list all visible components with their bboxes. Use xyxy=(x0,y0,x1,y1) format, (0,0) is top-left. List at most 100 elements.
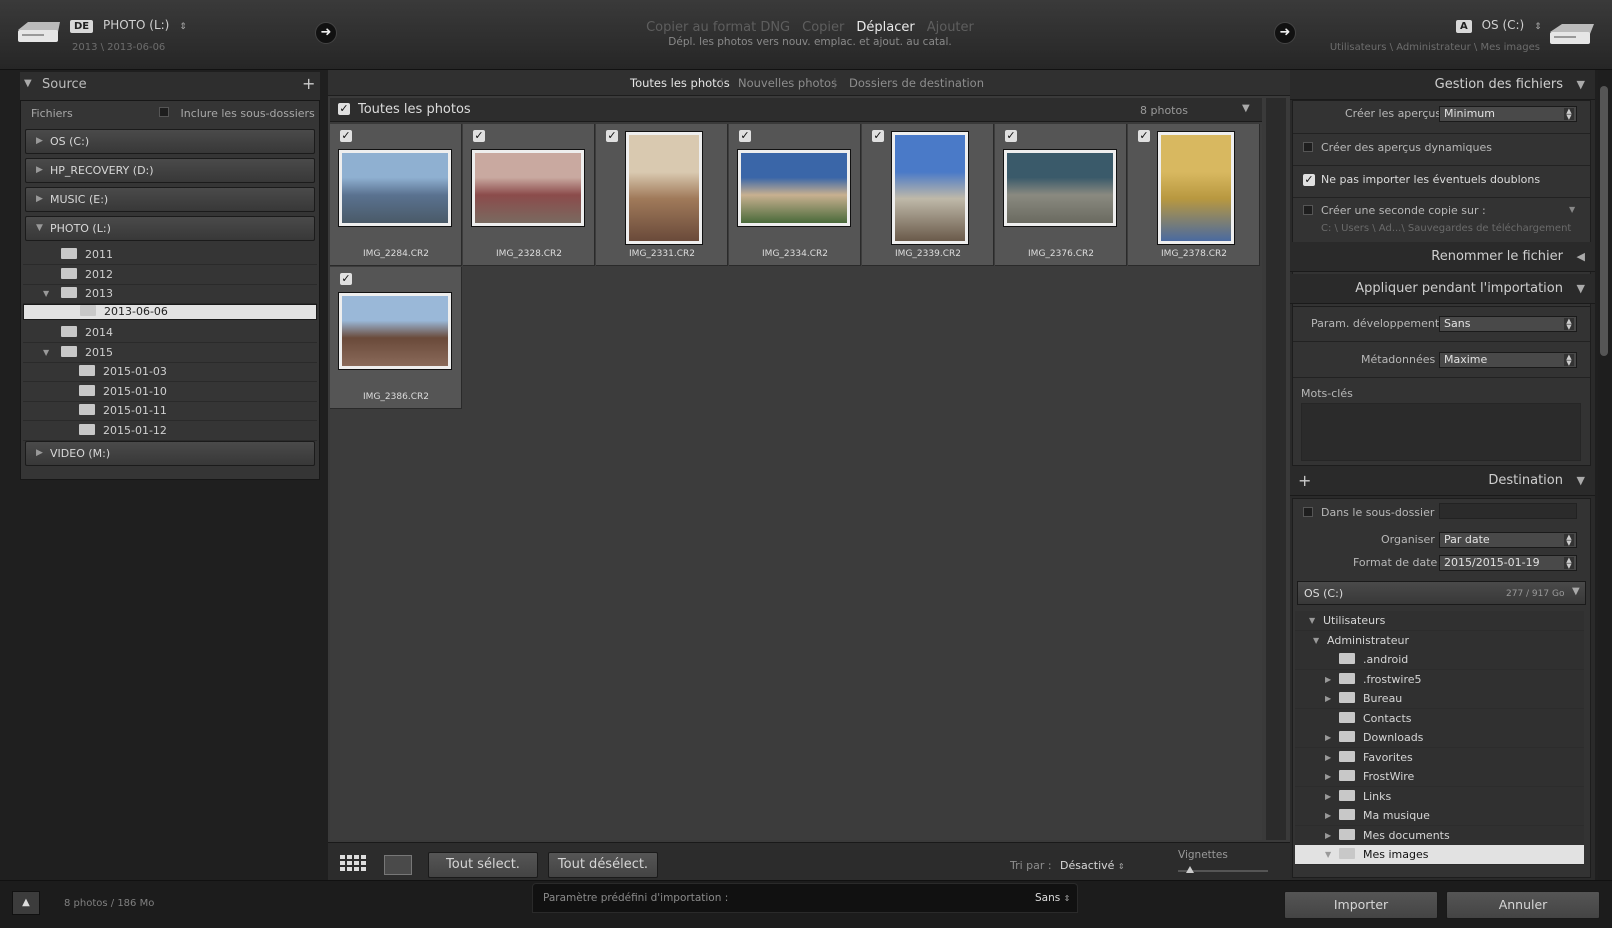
mode-copy[interactable]: Copier xyxy=(802,20,844,35)
photo-cell[interactable]: ✓ IMG_2328.CR2 xyxy=(463,124,595,266)
source-folder-row[interactable]: ▼ 2015 xyxy=(23,343,317,363)
create-previews-select[interactable]: Minimum ▲ ▼ xyxy=(1439,106,1577,122)
expand-right-icon[interactable]: ▶ xyxy=(1325,806,1331,826)
second-copy-checkbox[interactable]: Créer une seconde copie sur : xyxy=(1303,204,1486,218)
destination-folder-row[interactable]: ▶ Bureau xyxy=(1295,689,1584,709)
expand-down-icon[interactable]: ▼ xyxy=(1309,611,1315,631)
drive-video[interactable]: ▶ VIDEO (M:) xyxy=(25,441,315,466)
right-panel-scrollbar[interactable] xyxy=(1598,70,1610,880)
add-source-icon[interactable]: + xyxy=(302,74,315,93)
source-folder-row[interactable]: 2013-06-06 xyxy=(23,303,317,320)
destination-folder-row[interactable]: .android xyxy=(1295,650,1584,670)
destination-folder-row[interactable]: ▶ Downloads xyxy=(1295,728,1584,748)
photo-checkbox-icon[interactable]: ✓ xyxy=(872,130,884,142)
destination-folder-row[interactable]: ▶ Favorites xyxy=(1295,747,1584,768)
tab-all-photos[interactable]: Toutes les photos xyxy=(630,76,730,90)
photo-thumbnail[interactable] xyxy=(339,150,451,226)
slider-handle[interactable] xyxy=(1186,866,1194,873)
expand-down-icon[interactable]: ▼ xyxy=(43,284,49,304)
destination-header[interactable]: + Destination ▼ xyxy=(1290,466,1595,496)
loupe-view-icon[interactable] xyxy=(384,855,412,875)
source-drive-select[interactable]: DE PHOTO (L:) ⇕ xyxy=(70,18,187,33)
destination-folder-row[interactable]: ▶ Ma musique xyxy=(1295,806,1584,826)
photo-thumbnail[interactable] xyxy=(339,293,451,369)
expand-right-icon[interactable]: ▶ xyxy=(1325,728,1331,748)
keywords-input[interactable] xyxy=(1301,403,1581,461)
photo-thumbnail[interactable] xyxy=(738,150,850,226)
add-destination-icon[interactable]: + xyxy=(1298,466,1311,496)
expand-right-icon[interactable]: ▶ xyxy=(1325,767,1331,787)
metadata-select[interactable]: Maxime ▲ ▼ xyxy=(1439,352,1577,368)
photo-checkbox-icon[interactable]: ✓ xyxy=(340,273,352,285)
photo-cell[interactable]: ✓ IMG_2331.CR2 xyxy=(596,124,728,266)
expand-right-icon[interactable]: ▶ xyxy=(1325,670,1331,690)
file-handling-header[interactable]: Gestion des fichiers ▼ xyxy=(1290,70,1595,100)
source-folder-row[interactable]: 2015-01-03 xyxy=(23,362,317,382)
smart-previews-checkbox[interactable]: Créer des aperçus dynamiques xyxy=(1303,141,1492,155)
destination-folder-row[interactable]: ▶ FrostWire xyxy=(1295,767,1584,787)
grid-scrollbar[interactable] xyxy=(1266,98,1286,840)
photo-thumbnail[interactable] xyxy=(1004,150,1116,226)
expand-up-icon[interactable]: ▲ xyxy=(12,891,40,915)
expand-down-icon[interactable]: ▼ xyxy=(1313,631,1319,651)
photo-cell[interactable]: ✓ IMG_2378.CR2 xyxy=(1128,124,1260,266)
photo-thumbnail[interactable] xyxy=(1158,132,1234,244)
grid-view-icon[interactable] xyxy=(340,855,368,878)
import-preset-bar[interactable]: Paramètre prédéfini d'importation : Sans… xyxy=(532,883,1078,913)
photo-checkbox-icon[interactable]: ✓ xyxy=(473,130,485,142)
photo-cell[interactable]: ✓ IMG_2284.CR2 xyxy=(330,124,462,266)
photo-cell[interactable]: ✓ IMG_2334.CR2 xyxy=(729,124,861,266)
dev-settings-select[interactable]: Sans ▲ ▼ xyxy=(1439,316,1577,332)
destination-folder-row[interactable]: ▶ Links xyxy=(1295,786,1584,807)
mode-move[interactable]: Déplacer xyxy=(856,20,914,35)
photo-cell[interactable]: ✓ IMG_2386.CR2 xyxy=(330,267,462,409)
apply-header[interactable]: Appliquer pendant l'importation ▼ xyxy=(1290,274,1595,304)
dropdown-arrow-icon[interactable]: ▼ xyxy=(1569,205,1575,214)
scrollbar-thumb[interactable] xyxy=(1600,86,1608,356)
source-header[interactable]: ▼ Source + xyxy=(20,72,320,100)
subfolder-checkbox[interactable]: Dans le sous-dossier xyxy=(1303,506,1434,520)
photo-thumbnail[interactable] xyxy=(626,132,702,244)
tab-destination-folders[interactable]: Dossiers de destination xyxy=(849,76,984,90)
drive-hp-recovery[interactable]: ▶ HP_RECOVERY (D:) xyxy=(25,158,315,183)
drive-photo[interactable]: ▼ PHOTO (L:) xyxy=(25,216,315,241)
preset-select[interactable]: Sans ⇕ xyxy=(1035,892,1070,904)
organize-select[interactable]: Par date ▲ ▼ xyxy=(1439,532,1577,548)
destination-folder-row[interactable]: ▶ Mes documents xyxy=(1295,825,1584,846)
destination-folder-row[interactable]: ▶ .frostwire5 xyxy=(1295,669,1584,690)
check-all-icon[interactable]: ✓ xyxy=(338,103,350,115)
source-folder-row[interactable]: 2015-01-12 xyxy=(23,421,317,441)
expand-right-icon[interactable]: ▶ xyxy=(1325,787,1331,807)
dest-drive-select[interactable]: A OS (C:) ⇕ xyxy=(1456,18,1542,33)
source-folder-row[interactable]: 2011 xyxy=(23,245,317,265)
destination-drive[interactable]: OS (C:) 277 / 917 Go ▼ xyxy=(1297,581,1586,605)
source-folder-row[interactable]: 2014 xyxy=(23,323,317,343)
tab-new-photos[interactable]: Nouvelles photos xyxy=(738,76,837,90)
select-all-button[interactable]: Tout sélect. xyxy=(428,852,538,878)
photo-thumbnail[interactable] xyxy=(472,150,584,226)
photo-checkbox-icon[interactable]: ✓ xyxy=(739,130,751,142)
expand-right-icon[interactable]: ▶ xyxy=(1325,826,1331,846)
destination-folder-row[interactable]: ▼ Mes images xyxy=(1295,845,1584,865)
date-format-select[interactable]: 2015/2015-01-19 ▲ ▼ xyxy=(1439,555,1577,571)
mode-copy-dng[interactable]: Copier au format DNG xyxy=(646,20,790,35)
rename-header[interactable]: Renommer le fichier ◀ xyxy=(1290,242,1595,272)
source-folder-row[interactable]: 2015-01-10 xyxy=(23,382,317,402)
photo-cell[interactable]: ✓ IMG_2339.CR2 xyxy=(862,124,994,266)
cancel-button[interactable]: Annuler xyxy=(1446,891,1600,919)
destination-folder-row[interactable]: Contacts xyxy=(1295,708,1584,729)
expand-down-icon[interactable]: ▼ xyxy=(1325,845,1331,865)
destination-folder-row[interactable]: ▼ Utilisateurs xyxy=(1295,611,1584,631)
destination-folder-row[interactable]: ▼ Administrateur xyxy=(1295,630,1584,651)
collapse-triangle-icon[interactable]: ▼ xyxy=(1242,103,1250,114)
include-subfolders-checkbox[interactable]: Inclure les sous-dossiers xyxy=(159,107,315,120)
photo-thumbnail[interactable] xyxy=(892,132,968,244)
import-button[interactable]: Importer xyxy=(1284,891,1438,919)
photo-checkbox-icon[interactable]: ✓ xyxy=(1138,130,1150,142)
sort-select[interactable]: Désactivé ⇕ xyxy=(1060,859,1125,872)
mode-add[interactable]: Ajouter xyxy=(927,20,974,35)
source-folder-row[interactable]: 2015-01-11 xyxy=(23,401,317,421)
photo-checkbox-icon[interactable]: ✓ xyxy=(340,130,352,142)
source-folder-row[interactable]: 2012 xyxy=(23,265,317,285)
subfolder-input[interactable] xyxy=(1439,503,1577,519)
